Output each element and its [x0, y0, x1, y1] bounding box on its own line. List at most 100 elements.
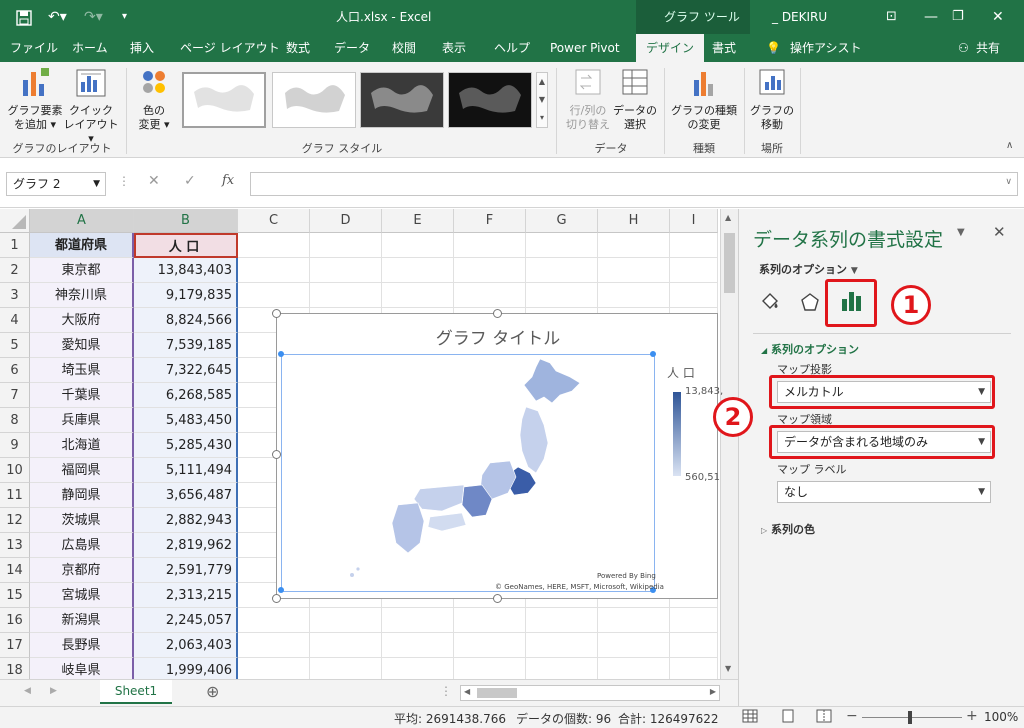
undo-icon[interactable]: ↶▾	[48, 0, 67, 34]
population-cell[interactable]: 2,245,057	[134, 608, 238, 633]
row-header[interactable]: 16	[0, 608, 30, 633]
empty-cell[interactable]	[454, 608, 526, 633]
row-header[interactable]: 4	[0, 308, 30, 333]
empty-cell[interactable]	[598, 608, 670, 633]
tab-file[interactable]: ファイル	[10, 34, 58, 62]
tab-help[interactable]: ヘルプ	[494, 34, 530, 62]
scroll-down-icon[interactable]: ▼	[725, 664, 731, 673]
tab-review[interactable]: 校閲	[392, 34, 416, 62]
plot-resize-handle[interactable]	[278, 351, 284, 357]
pane-menu-icon[interactable]: ▼	[957, 227, 965, 238]
empty-cell[interactable]	[454, 233, 526, 258]
empty-cell[interactable]	[310, 658, 382, 679]
header-cell-prefecture[interactable]: 都道府県	[30, 233, 134, 258]
tab-design[interactable]: デザイン	[636, 34, 705, 62]
column-header-h[interactable]: H	[598, 209, 670, 233]
tab-format[interactable]: 書式	[712, 34, 736, 62]
change-chart-type-button[interactable]: グラフの種類 の変更	[668, 66, 740, 132]
zoom-in-icon[interactable]: +	[966, 708, 978, 724]
series-color-section[interactable]: ▷ 系列の色	[761, 521, 815, 537]
empty-cell[interactable]	[382, 283, 454, 308]
empty-cell[interactable]	[670, 608, 718, 633]
row-header[interactable]: 15	[0, 583, 30, 608]
zoom-slider[interactable]	[862, 717, 962, 718]
empty-cell[interactable]	[526, 233, 598, 258]
tab-view[interactable]: 表示	[442, 34, 466, 62]
population-cell[interactable]: 2,819,962	[134, 533, 238, 558]
prefecture-cell[interactable]: 大阪府	[30, 308, 134, 333]
empty-cell[interactable]	[670, 233, 718, 258]
empty-cell[interactable]	[238, 283, 310, 308]
prefecture-cell[interactable]: 宮城県	[30, 583, 134, 608]
row-header[interactable]: 12	[0, 508, 30, 533]
column-header-f[interactable]: F	[454, 209, 526, 233]
population-cell[interactable]: 7,539,185	[134, 333, 238, 358]
empty-cell[interactable]	[526, 608, 598, 633]
effects-tab[interactable]	[799, 291, 821, 316]
empty-cell[interactable]	[598, 233, 670, 258]
empty-cell[interactable]	[598, 283, 670, 308]
restore-icon[interactable]: ❐	[952, 0, 964, 34]
share-button[interactable]: 共有	[976, 34, 1000, 62]
row-header[interactable]: 9	[0, 433, 30, 458]
scroll-thumb[interactable]	[724, 233, 735, 293]
empty-cell[interactable]	[310, 258, 382, 283]
close-window-icon[interactable]: ✕	[992, 0, 1004, 34]
empty-cell[interactable]	[526, 633, 598, 658]
chart-style-4[interactable]	[448, 72, 532, 128]
column-header-b[interactable]: B	[134, 209, 238, 233]
insert-function-icon[interactable]: fx	[222, 173, 234, 188]
row-header[interactable]: 17	[0, 633, 30, 658]
population-cell[interactable]: 5,285,430	[134, 433, 238, 458]
population-cell[interactable]: 3,656,487	[134, 483, 238, 508]
chart-resize-handle[interactable]	[272, 594, 281, 603]
scroll-left-icon[interactable]: ◀	[464, 687, 470, 696]
chart-resize-handle[interactable]	[493, 594, 502, 603]
empty-cell[interactable]	[670, 658, 718, 679]
expand-formula-icon[interactable]: ∨	[1005, 177, 1012, 187]
prefecture-cell[interactable]: 静岡県	[30, 483, 134, 508]
prefecture-cell[interactable]: 千葉県	[30, 383, 134, 408]
row-header[interactable]: 3	[0, 283, 30, 308]
prev-sheet-icon[interactable]: ◀	[24, 686, 31, 696]
page-layout-view-icon[interactable]	[780, 709, 796, 726]
empty-cell[interactable]	[454, 658, 526, 679]
prefecture-cell[interactable]: 福岡県	[30, 458, 134, 483]
redo-icon[interactable]: ↷▾	[84, 0, 103, 34]
prefecture-cell[interactable]: 新潟県	[30, 608, 134, 633]
row-header[interactable]: 11	[0, 483, 30, 508]
ribbon-display-icon[interactable]: ⊡	[886, 0, 897, 34]
customize-qat-icon[interactable]: ▾	[122, 0, 127, 34]
style-gallery-scroll[interactable]: ▲ ▼ ▾	[536, 72, 548, 128]
tab-home[interactable]: ホーム	[72, 34, 108, 62]
scroll-up-icon[interactable]: ▲	[725, 213, 731, 222]
prefecture-cell[interactable]: 兵庫県	[30, 408, 134, 433]
row-header[interactable]: 8	[0, 408, 30, 433]
row-header[interactable]: 10	[0, 458, 30, 483]
normal-view-icon[interactable]	[742, 709, 758, 726]
empty-cell[interactable]	[526, 258, 598, 283]
prefecture-cell[interactable]: 茨城県	[30, 508, 134, 533]
minimize-icon[interactable]: —	[924, 0, 938, 34]
chart-style-1[interactable]	[182, 72, 266, 128]
empty-cell[interactable]	[598, 258, 670, 283]
empty-cell[interactable]	[598, 658, 670, 679]
tab-power-pivot[interactable]: Power Pivot	[550, 34, 620, 62]
map-labels-select[interactable]: なし ▼	[777, 481, 991, 503]
chart-title[interactable]: グラフ タイトル	[277, 324, 719, 349]
map-chart[interactable]: グラフ タイトル 人 口 13,843, 560,51 Powered By B…	[272, 309, 723, 603]
tab-insert[interactable]: 挿入	[130, 34, 154, 62]
horizontal-scrollbar[interactable]: ◀ ▶	[460, 685, 720, 701]
empty-cell[interactable]	[670, 258, 718, 283]
chart-resize-handle[interactable]	[272, 309, 281, 318]
population-cell[interactable]: 2,063,403	[134, 633, 238, 658]
cancel-icon[interactable]: ✕	[148, 173, 160, 189]
tab-split-icon[interactable]: ⋮	[440, 684, 452, 698]
prefecture-cell[interactable]: 東京都	[30, 258, 134, 283]
vertical-scrollbar[interactable]: ▲ ▼	[720, 209, 738, 679]
empty-cell[interactable]	[382, 633, 454, 658]
prefecture-cell[interactable]: 愛知県	[30, 333, 134, 358]
population-cell[interactable]: 9,179,835	[134, 283, 238, 308]
empty-cell[interactable]	[238, 258, 310, 283]
population-cell[interactable]: 2,882,943	[134, 508, 238, 533]
